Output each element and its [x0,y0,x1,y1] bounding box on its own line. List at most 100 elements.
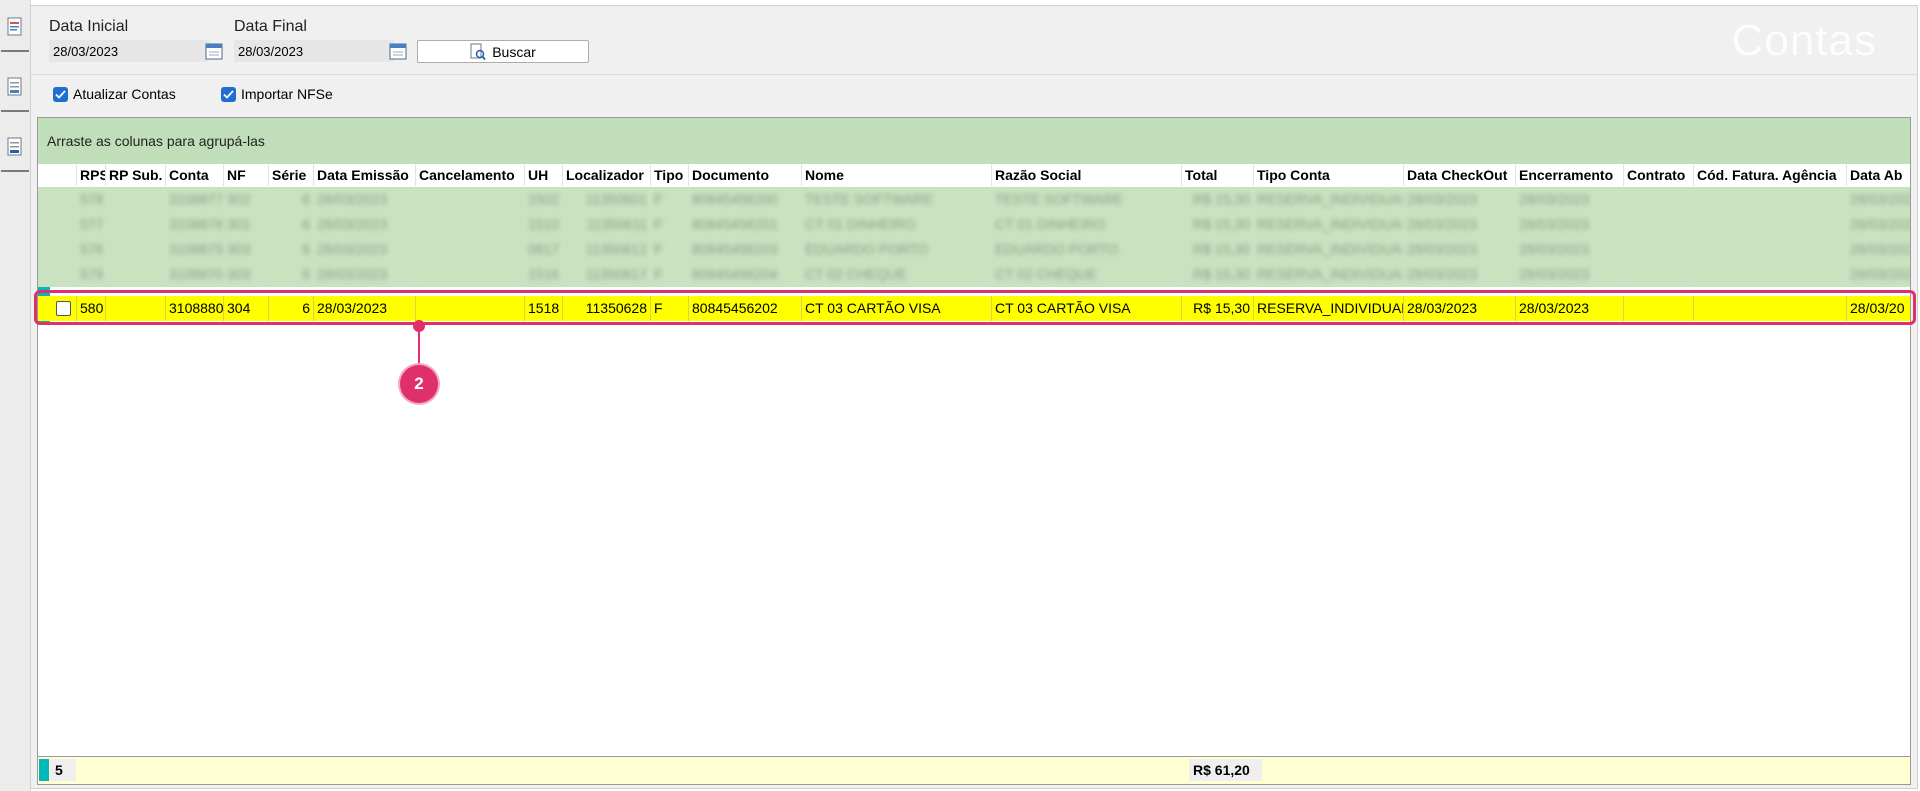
invoice-icon [7,137,22,156]
cell-documento: 80845456202 [688,296,801,321]
cell-razao-social: CT 02 CHEQUE [991,262,1181,287]
cell-data-emissao: 28/03/2023 [313,187,415,212]
cell-contrato [1623,187,1693,212]
column-header-nf[interactable]: NF [223,164,268,186]
table-row[interactable]: 577 3108878 301 6 28/03/2023 1510 113506… [38,212,1910,237]
calendar-icon[interactable] [205,42,223,60]
cell-tipo-conta: RESERVA_INDIVIDUAL [1253,212,1403,237]
cell-nome: TESTE SOFTWARE [801,187,991,212]
column-header-data-checkout[interactable]: Data CheckOut [1403,164,1515,186]
column-header-data-emissao[interactable]: Data Emissão [313,164,415,186]
column-header-total[interactable]: Total [1181,164,1253,186]
column-header-nome[interactable]: Nome [801,164,991,186]
cell-cod-fatura [1693,187,1846,212]
document-icon [7,77,22,96]
data-final-input[interactable]: 28/03/2023 [234,40,394,62]
cell-tipo: F [650,296,688,321]
cell-encerramento: 28/03/2023 [1515,237,1623,262]
cell-conta: 3108877 [165,187,223,212]
cell-nf: 304 [223,296,268,321]
atualizar-contas-checkbox[interactable]: Atualizar Contas [53,86,176,102]
column-header-serie[interactable]: Série [268,164,313,186]
cell-rps: 578 [76,187,105,212]
cell-cod-fatura [1693,212,1846,237]
cell-encerramento: 28/03/2023 [1515,187,1623,212]
cell-nome: EDUARDO PORTO [801,237,991,262]
cell-razao-social: TESTE SOFTWARE [991,187,1181,212]
column-header-tipo-conta[interactable]: Tipo Conta [1253,164,1403,186]
table-row[interactable]: 579 3108870 303 6 28/03/2023 1516 113506… [38,262,1910,287]
page-title: Contas [1731,16,1877,65]
cell-data-checkout: 28/03/2023 [1403,262,1515,287]
report-icon [7,17,22,36]
cell-rp-sub [105,187,165,212]
cell-rp-sub [105,296,165,321]
column-header-encerramento[interactable]: Encerramento [1515,164,1623,186]
table-row[interactable]: 576 3108879 303 6 28/03/2023 0817 113506… [38,237,1910,262]
column-header-documento[interactable]: Documento [688,164,801,186]
cell-razao-social: EDUARDO PORTO [991,237,1181,262]
cell-encerramento: 28/03/2023 [1515,212,1623,237]
column-header-rps[interactable]: RPS [76,164,105,186]
cell-data-ab: 28/03/2023 [1846,237,1910,262]
buscar-button[interactable]: Buscar [417,40,589,63]
data-inicial-label: Data Inicial [49,18,129,35]
column-header-localizador[interactable]: Localizador [562,164,650,186]
cell-nf: 301 [223,212,268,237]
cell-uh: 1516 [524,262,562,287]
total-sum: R$ 61,20 [1189,759,1262,781]
cell-tipo-conta: RESERVA_INDIVIDUAL [1253,296,1403,321]
cell-total: R$ 15,30 [1181,237,1253,262]
contas-window: Data Inicial 28/03/2023 Data Final 28/03… [30,5,1918,789]
cell-conta: 3108880 [165,296,223,321]
callout-line [418,324,420,366]
cell-nf: 302 [223,187,268,212]
contas-grid: Arraste as colunas para agrupá-las RPS R… [37,117,1911,785]
column-header-uh[interactable]: UH [524,164,562,186]
cell-documento: 80845456201 [688,212,801,237]
cell-data-checkout: 28/03/2023 [1403,187,1515,212]
cell-total: R$ 15,30 [1181,212,1253,237]
row-select-checkbox[interactable] [50,296,76,321]
cell-serie: 6 [268,187,313,212]
document-button[interactable] [1,64,29,112]
cell-data-checkout: 28/03/2023 [1403,237,1515,262]
cell-data-emissao: 28/03/2023 [313,212,415,237]
cell-cod-fatura [1693,262,1846,287]
cell-tipo: F [650,262,688,287]
column-header-cod-fatura-agencia[interactable]: Cód. Fatura. Agência [1693,164,1846,186]
cell-data-ab: 28/03/2023 [1846,262,1910,287]
cell-tipo-conta: RESERVA_INDIVIDUAL [1253,187,1403,212]
options-panel: Atualizar Contas Importar NFSe [31,76,1917,112]
column-header-conta[interactable]: Conta [165,164,223,186]
calendar-icon[interactable] [389,42,407,60]
cell-localizador: 11350612 [562,237,650,262]
cell-contrato [1623,296,1693,321]
row-count: 5 [50,759,76,781]
grid-footer-summary: 5 R$ 61,20 [38,756,1910,784]
importar-nfse-label: Importar NFSe [241,86,333,102]
cell-nome: CT 01 DINHEIRO [801,212,991,237]
group-by-panel[interactable]: Arraste as colunas para agrupá-las [38,118,1910,164]
selected-table-row[interactable]: 580 3108880 304 6 28/03/2023 1518 113506… [38,296,1910,321]
cell-razao-social: CT 03 CARTÃO VISA [991,296,1181,321]
cell-tipo: F [650,187,688,212]
column-header-razao-social[interactable]: Razão Social [991,164,1181,186]
table-row[interactable]: 578 3108877 302 6 28/03/2023 1502 113506… [38,187,1910,212]
footer-indicator [39,759,49,781]
cell-contrato [1623,262,1693,287]
cell-tipo: F [650,212,688,237]
column-header-tipo[interactable]: Tipo [650,164,688,186]
importar-nfse-checkbox[interactable]: Importar NFSe [221,86,333,102]
cell-rps: 577 [76,212,105,237]
column-header-data-ab[interactable]: Data Ab [1846,164,1910,186]
column-header-contrato[interactable]: Contrato [1623,164,1693,186]
data-inicial-input[interactable]: 28/03/2023 [49,40,209,62]
invoice-button[interactable] [1,124,29,172]
column-header-cancelamento[interactable]: Cancelamento [415,164,524,186]
cell-serie: 6 [268,212,313,237]
cell-documento: 80845456203 [688,237,801,262]
contas-report-button[interactable] [1,4,29,52]
column-header-rp-sub[interactable]: RP Sub. [105,164,165,186]
cell-serie: 6 [268,237,313,262]
